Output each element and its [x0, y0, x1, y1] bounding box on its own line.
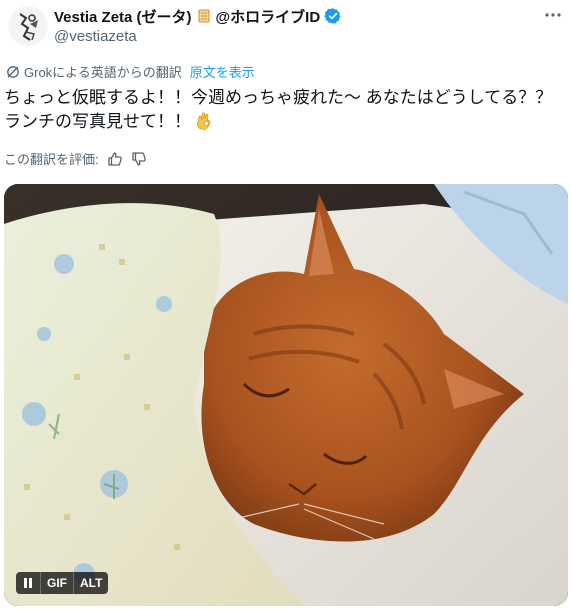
- sleeping-cat-image: [4, 184, 568, 606]
- tweet-header: Vestia Zeta (ゼータ) @ホロライブID @vestiazeta: [54, 6, 562, 46]
- thumbs-down-icon[interactable]: [131, 151, 147, 167]
- pause-button[interactable]: [16, 572, 40, 594]
- thumbs-up-icon[interactable]: [107, 151, 123, 167]
- affiliation[interactable]: @ホロライブID: [216, 6, 321, 27]
- grok-icon: [6, 65, 20, 79]
- tweet-media-gif[interactable]: GIF ALT: [4, 184, 568, 606]
- user-handle[interactable]: @vestiazeta: [54, 28, 562, 46]
- more-icon: [545, 13, 561, 17]
- translation-notice-text: Grokによる英語からの翻訳: [24, 65, 182, 80]
- show-original-link[interactable]: 原文を表示: [190, 62, 255, 81]
- rate-label: この翻訳を評価:: [4, 152, 99, 167]
- ok-hand-emoji-icon: [195, 111, 213, 131]
- gif-badge[interactable]: GIF: [40, 572, 73, 594]
- translation-notice: Grokによる英語からの翻訳 原文を表示: [6, 62, 255, 81]
- scroll-emoji-icon: [196, 8, 212, 24]
- alt-text-button[interactable]: ALT: [73, 572, 109, 594]
- rate-translation: この翻訳を評価:: [4, 149, 147, 168]
- avatar[interactable]: [8, 6, 48, 46]
- tweet-text: ちょっと仮眠するよ！！今週めっちゃ疲れた〜 あなたはどうしてる？？ ランチの写真…: [4, 86, 564, 134]
- verified-badge-icon[interactable]: [324, 7, 342, 25]
- name-row: Vestia Zeta (ゼータ) @ホロライブID: [54, 6, 562, 26]
- tweet-body: ちょっと仮眠するよ！！今週めっちゃ疲れた〜 あなたはどうしてる？？ ランチの写真…: [4, 88, 553, 131]
- display-name[interactable]: Vestia Zeta (ゼータ): [54, 6, 192, 27]
- media-controls: GIF ALT: [16, 572, 109, 594]
- pause-icon: [24, 578, 32, 588]
- more-options-button[interactable]: [540, 2, 566, 28]
- avatar-image: [8, 6, 48, 46]
